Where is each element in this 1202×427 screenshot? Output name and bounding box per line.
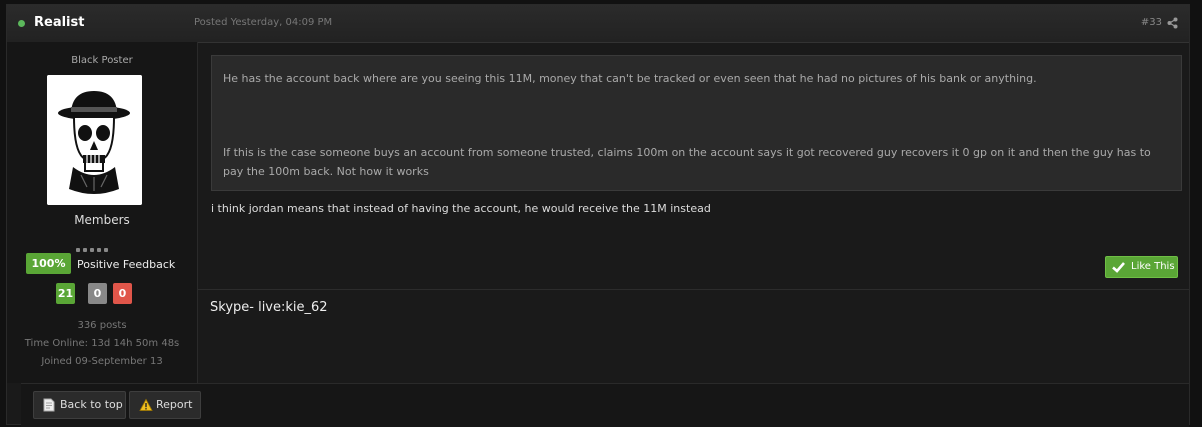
share-icon[interactable] [1167, 17, 1178, 29]
quote-block: He has the account back where are you se… [211, 55, 1182, 191]
forum-post: Realist Posted Yesterday, 04:09 PM #33 B… [6, 4, 1190, 427]
back-to-top-button[interactable]: Back to top [33, 391, 126, 419]
report-label: Report [156, 398, 193, 411]
skull-fedora-image [47, 75, 142, 205]
post-body-text: i think jordan means that instead of hav… [211, 202, 711, 215]
quote-text-2: If this is the case someone buys an acco… [223, 146, 1151, 178]
post-number-link[interactable]: #33 [1141, 17, 1162, 28]
rank-pips [76, 237, 116, 252]
quote-text-1: He has the account back where are you se… [223, 72, 1037, 85]
feedback-label: Positive Feedback [77, 258, 176, 271]
time-online: Time Online: 13d 14h 50m 48s [24, 338, 180, 349]
post-date: Posted Yesterday, 04:09 PM [194, 17, 333, 28]
signature-divider [198, 289, 1189, 290]
post-content: He has the account back where are you se… [198, 42, 1189, 383]
like-button[interactable]: Like This [1105, 256, 1178, 278]
back-to-top-label: Back to top [60, 398, 123, 411]
online-status-icon [18, 20, 25, 27]
join-date: Joined 09-September 13 [41, 356, 163, 367]
member-title: Black Poster [71, 55, 133, 66]
author-name[interactable]: Realist [34, 15, 84, 30]
like-button-label: Like This [1131, 261, 1175, 272]
feedback-percent-badge[interactable]: 100% [26, 253, 71, 274]
report-button[interactable]: Report [129, 391, 201, 419]
feedback-neutral-count[interactable]: 0 [88, 283, 107, 304]
signature-text: Skype- live:kie_62 [210, 300, 328, 315]
check-icon [1112, 262, 1125, 273]
post-count: 336 posts [77, 320, 127, 331]
author-sidebar: Black Poster Members 100% Positive Feedb… [7, 42, 198, 383]
post-header: Realist Posted Yesterday, 04:09 PM #33 [7, 5, 1189, 43]
avatar[interactable] [47, 75, 142, 205]
warning-icon [139, 398, 153, 411]
post-footer: Back to top Report [21, 383, 1189, 427]
page-icon [43, 398, 55, 412]
feedback-negative-count[interactable]: 0 [113, 283, 132, 304]
feedback-positive-count[interactable]: 21 [56, 283, 75, 304]
member-group: Members [74, 213, 130, 227]
